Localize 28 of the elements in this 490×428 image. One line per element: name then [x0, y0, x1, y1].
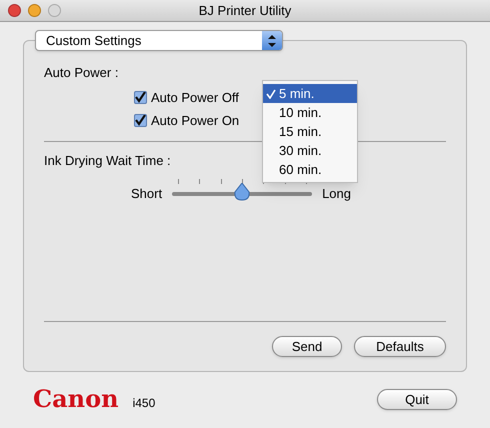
checkbox[interactable] — [134, 114, 147, 128]
menu-item[interactable]: 10 min. — [263, 103, 357, 122]
menu-item[interactable]: 5 min. — [263, 84, 357, 103]
push-button[interactable]: Quit — [377, 388, 457, 410]
section-label: Ink Drying Wait Time : — [44, 152, 171, 170]
close-icon[interactable] — [8, 4, 21, 17]
stepper-icon — [262, 31, 282, 50]
model-label: i450 — [132, 395, 156, 412]
minimize-icon[interactable] — [28, 4, 41, 17]
checkmark-icon — [135, 92, 146, 103]
slider-thumb[interactable] — [234, 182, 250, 201]
menu-item[interactable]: 30 min. — [263, 141, 357, 160]
checkmark-icon — [266, 88, 276, 98]
push-button[interactable]: Send — [272, 336, 342, 357]
slider-min-label: Short — [131, 185, 162, 203]
checkbox-label: Auto Power Off — [151, 88, 239, 106]
menu-item[interactable]: 60 min. — [263, 160, 357, 179]
mode-popup-button[interactable]: Custom Settings — [35, 30, 283, 51]
checkbox[interactable] — [134, 90, 147, 104]
slider-track[interactable] — [172, 178, 312, 201]
section-label: Auto Power : — [44, 64, 118, 82]
push-button[interactable]: Defaults — [354, 336, 446, 357]
menu-item[interactable]: 15 min. — [263, 122, 357, 141]
slider-max-label: Long — [322, 185, 351, 203]
window-title: BJ Printer Utility — [198, 2, 292, 20]
brand-logo: Canon — [33, 387, 119, 411]
checkbox-label: Auto Power On — [151, 112, 240, 130]
checkmark-icon — [135, 115, 146, 126]
